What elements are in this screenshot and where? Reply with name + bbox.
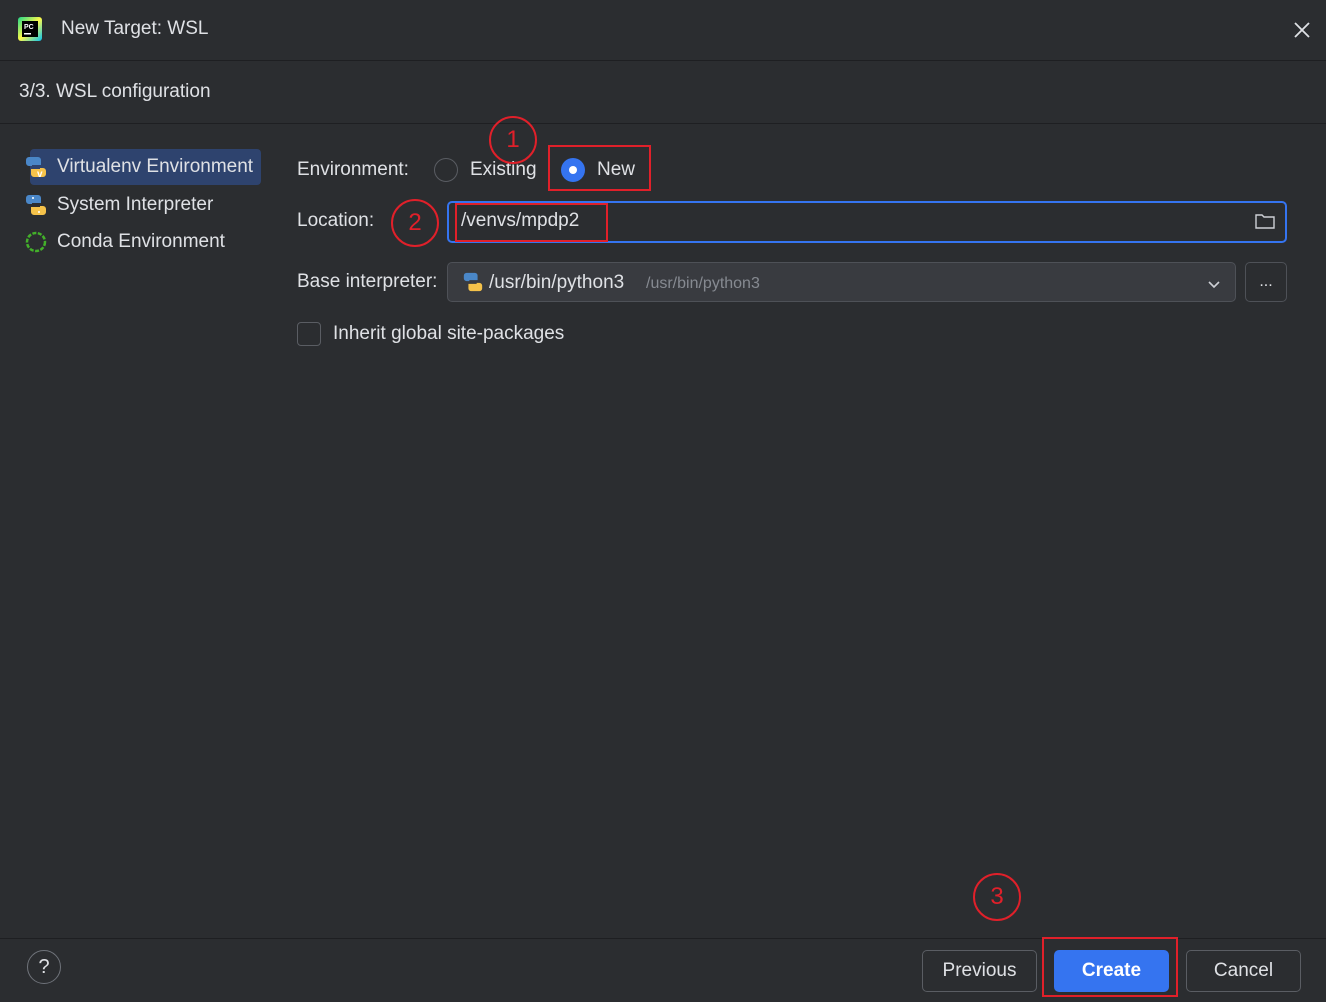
inherit-site-packages-label[interactable]: Inherit global site-packages xyxy=(333,323,564,345)
sidebar-item-label: Virtualenv Environment xyxy=(57,156,254,177)
sidebar-item-virtualenv[interactable]: v Virtualenv Environment xyxy=(26,149,261,185)
base-interpreter-value: /usr/bin/python3 xyxy=(489,272,625,293)
cancel-button[interactable]: Cancel xyxy=(1186,950,1301,992)
annotation-box-create xyxy=(1042,937,1178,997)
conda-icon xyxy=(24,230,48,254)
step-label: 3/3. WSL configuration xyxy=(19,81,211,102)
base-interpreter-label: Base interpreter: xyxy=(297,271,438,292)
python-icon xyxy=(462,271,484,299)
inherit-site-packages-checkbox[interactable] xyxy=(297,322,321,346)
svg-text:v: v xyxy=(37,169,43,179)
location-label: Location: xyxy=(297,210,375,231)
svg-text:PC: PC xyxy=(24,24,34,31)
sidebar-item-system-interpreter[interactable]: System Interpreter xyxy=(24,187,262,223)
browse-interpreter-button[interactable]: ... xyxy=(1245,262,1287,302)
previous-button[interactable]: Previous xyxy=(922,950,1037,992)
pycharm-logo-icon: PC xyxy=(18,17,42,41)
annotation-marker-1: 1 xyxy=(489,116,537,164)
annotation-box-new-radio xyxy=(548,145,651,191)
sidebar-item-conda[interactable]: Conda Environment xyxy=(24,224,262,260)
sidebar-item-label: Conda Environment xyxy=(57,231,225,252)
close-icon[interactable] xyxy=(1288,16,1316,44)
existing-radio[interactable] xyxy=(434,158,458,182)
annotation-box-location xyxy=(455,203,608,242)
folder-icon[interactable] xyxy=(1254,211,1276,237)
base-interpreter-hint: /usr/bin/python3 xyxy=(646,275,760,292)
environment-label: Environment: xyxy=(297,159,409,180)
window-title: New Target: WSL xyxy=(61,18,209,39)
virtualenv-icon: v xyxy=(24,155,48,179)
sidebar-item-label: System Interpreter xyxy=(57,194,214,215)
chevron-down-icon[interactable] xyxy=(1206,276,1222,298)
annotation-marker-3: 3 xyxy=(973,873,1021,921)
python-icon xyxy=(24,193,48,217)
annotation-marker-2: 2 xyxy=(391,199,439,247)
help-button[interactable]: ? xyxy=(27,950,61,984)
